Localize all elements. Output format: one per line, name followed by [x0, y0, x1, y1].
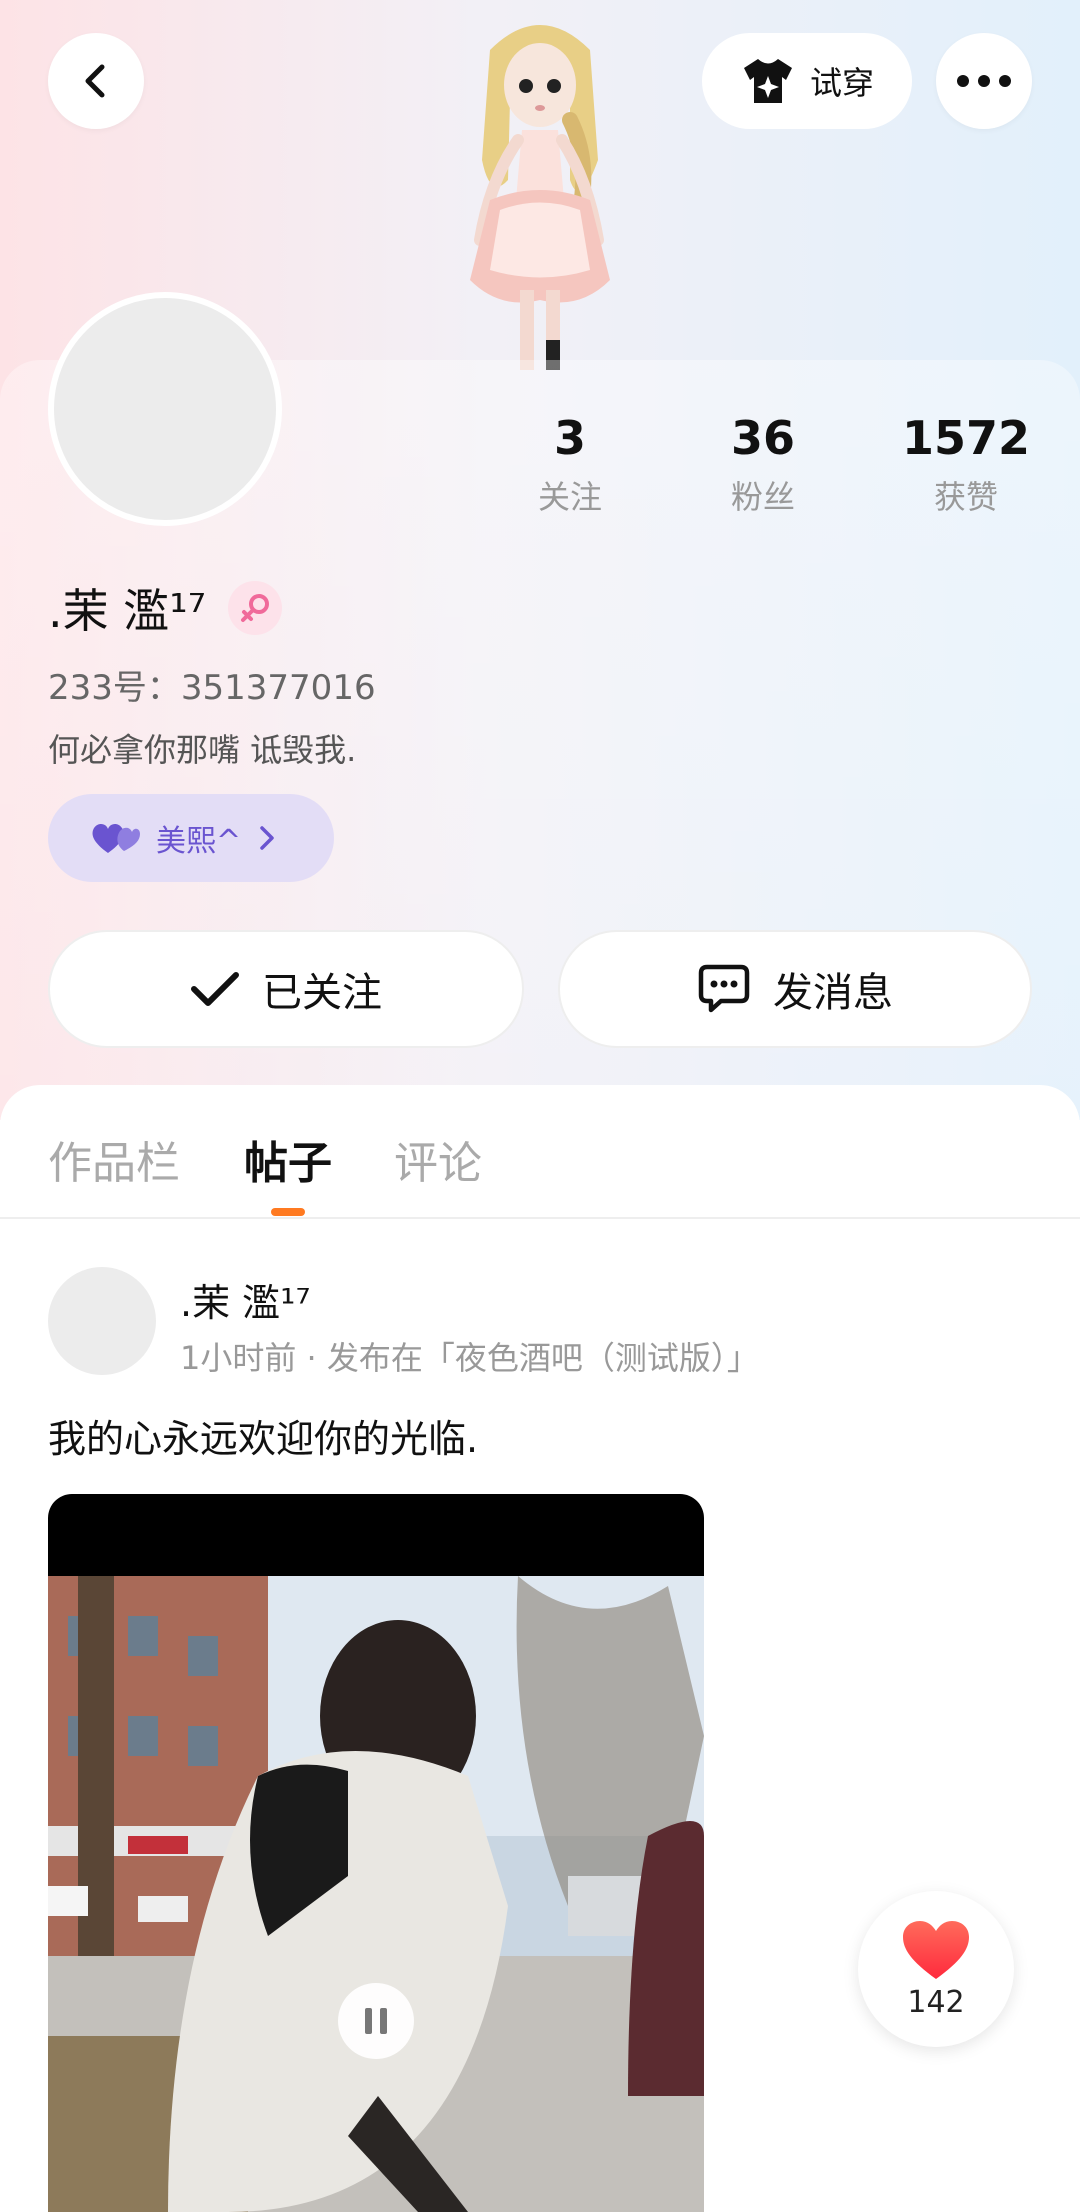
relationship-tag[interactable]: 美熙^ [48, 794, 334, 882]
profile-name-row: .茉 濫¹⁷ [48, 575, 283, 641]
chevron-right-icon [260, 826, 274, 850]
profile-avatar[interactable] [48, 292, 282, 526]
post-author-name[interactable]: .茉 濫¹⁷ [180, 1272, 311, 1327]
followed-button[interactable]: 已关注 [48, 930, 524, 1048]
stat-followers[interactable]: 36 粉丝 [683, 410, 843, 518]
pause-icon [365, 2008, 372, 2034]
profile-name: .茉 濫¹⁷ [48, 584, 207, 638]
active-tab-indicator [271, 1208, 305, 1216]
followed-label: 已关注 [262, 970, 382, 1016]
video-frame [48, 1576, 704, 2212]
stat-following-label: 关注 [537, 478, 602, 516]
tab-works[interactable]: 作品栏 [48, 1127, 180, 1191]
stat-followers-label: 粉丝 [730, 478, 795, 516]
stat-likes[interactable]: 1572 获赞 [886, 410, 1046, 518]
tshirt-sparkle-icon [743, 59, 792, 103]
pause-button[interactable] [338, 1983, 414, 2059]
more-button[interactable] [936, 33, 1032, 129]
post-author-avatar[interactable] [48, 1267, 156, 1375]
try-on-button[interactable]: 试穿 [702, 33, 912, 129]
check-icon [191, 972, 239, 1006]
post-text: 我的心永远欢迎你的光临. [48, 1417, 479, 1461]
post-video[interactable] [48, 1494, 704, 2212]
send-message-label: 发消息 [773, 970, 893, 1016]
tab-divider [0, 1217, 1080, 1219]
tab-posts[interactable]: 帖子 [244, 1127, 332, 1191]
tab-comments[interactable]: 评论 [394, 1127, 482, 1191]
profile-stats: 3 关注 36 粉丝 1572 获赞 [490, 410, 1060, 530]
send-message-button[interactable]: 发消息 [558, 930, 1032, 1048]
stat-following[interactable]: 3 关注 [490, 410, 650, 518]
stat-following-value: 3 [553, 411, 586, 465]
chat-bubble-icon [698, 964, 750, 1013]
try-on-label: 试穿 [809, 64, 874, 102]
stat-likes-value: 1572 [901, 411, 1031, 465]
female-icon [241, 594, 270, 622]
back-button[interactable] [48, 33, 144, 129]
gender-badge [228, 581, 283, 635]
stat-likes-label: 获赞 [933, 478, 998, 516]
stat-followers-value: 36 [730, 411, 795, 465]
more-horizontal-icon [957, 75, 1011, 87]
post-meta: 1小时前 · 发布在「夜色酒吧（测试版）」 [180, 1339, 759, 1377]
user-id: 233号：351377016 [48, 668, 376, 708]
double-heart-icon [92, 823, 140, 853]
profile-tabs: 作品栏 帖子 评论 [0, 1085, 1080, 1217]
relationship-tag-label: 美熙^ [156, 824, 242, 859]
like-count: 142 [907, 1984, 965, 2020]
like-button[interactable]: 142 [858, 1891, 1014, 2047]
3d-avatar-figure [470, 25, 610, 370]
profile-bio: 何必拿你那嘴 诋毁我. [48, 731, 357, 769]
chevron-left-icon [85, 64, 105, 98]
heart-icon [903, 1920, 969, 1979]
